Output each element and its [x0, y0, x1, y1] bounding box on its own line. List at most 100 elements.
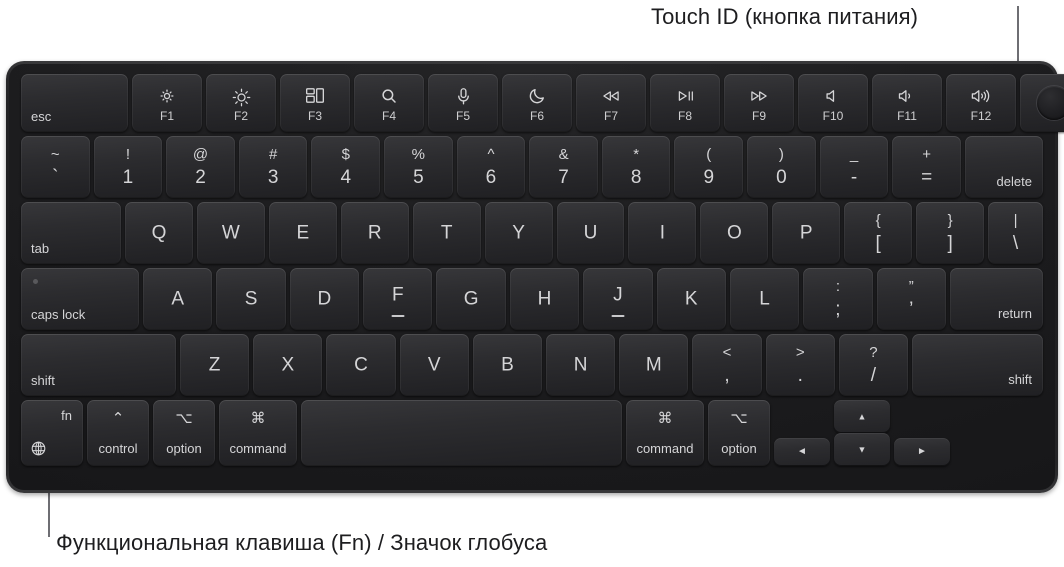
- key-semicolon[interactable]: : ;: [803, 268, 873, 330]
- key-l[interactable]: L: [729, 268, 800, 330]
- key-r[interactable]: R: [340, 202, 409, 264]
- key-f2-brightness-up[interactable]: F2: [206, 74, 276, 132]
- key-f6-do-not-disturb[interactable]: F6: [502, 74, 572, 132]
- key-q[interactable]: Q: [125, 202, 193, 264]
- key-delete[interactable]: delete: [964, 136, 1043, 198]
- key-k-label: K: [684, 288, 698, 310]
- key-x[interactable]: X: [253, 334, 323, 396]
- keyboard-key-deck: esc F1 F2 F3 F4 F5 F6 F7 F8 F9 F10 F11 F…: [9, 64, 1064, 490]
- key-h[interactable]: H: [509, 268, 580, 330]
- key-equal[interactable]: + =: [892, 136, 961, 198]
- key-quote[interactable]: ” ’: [876, 268, 946, 330]
- key-caps-lock[interactable]: caps lock: [21, 268, 139, 330]
- key-v-label: V: [427, 354, 441, 376]
- key-m[interactable]: M: [619, 334, 689, 396]
- key-quote-shift-label: ”: [908, 278, 914, 295]
- key-right-shift[interactable]: shift: [912, 334, 1044, 396]
- key-slash[interactable]: ? /: [838, 334, 909, 396]
- key-f10-mute[interactable]: F10: [798, 74, 868, 132]
- key-e[interactable]: E: [268, 202, 337, 264]
- key-period-shift-label: >: [795, 344, 805, 361]
- key-arrow-right[interactable]: ►: [894, 438, 950, 466]
- key-y[interactable]: Y: [484, 202, 553, 264]
- key-arrow-left[interactable]: ◄: [774, 438, 830, 466]
- key-period-label: .: [797, 365, 803, 386]
- key-f11-volume-down[interactable]: F11: [872, 74, 942, 132]
- key-touch-id-power-button[interactable]: [1020, 74, 1064, 132]
- key-n[interactable]: N: [546, 334, 616, 396]
- key-t[interactable]: T: [412, 202, 481, 264]
- key-k[interactable]: K: [656, 268, 726, 330]
- key-u[interactable]: U: [556, 202, 625, 264]
- key-g[interactable]: G: [436, 268, 506, 330]
- key-s[interactable]: S: [216, 268, 286, 330]
- key-f1-brightness-down[interactable]: F1: [132, 74, 202, 132]
- key-arrow-up[interactable]: ▲: [834, 400, 890, 433]
- key-w[interactable]: W: [196, 202, 265, 264]
- key-3[interactable]: # 3: [238, 136, 308, 198]
- key-period[interactable]: > .: [765, 334, 835, 396]
- key-e-label: E: [296, 222, 310, 244]
- key-f[interactable]: F: [363, 268, 433, 330]
- key-return[interactable]: return: [949, 268, 1043, 330]
- globe-icon: [30, 440, 47, 458]
- key-left-command[interactable]: ⌘ command: [219, 400, 297, 466]
- key-z[interactable]: Z: [180, 334, 250, 396]
- key-c[interactable]: C: [326, 334, 396, 396]
- key-space[interactable]: [301, 400, 622, 466]
- key-left-bracket[interactable]: { [: [844, 202, 913, 264]
- key-right-shift-label: shift: [1008, 372, 1033, 387]
- key-d[interactable]: D: [289, 268, 360, 330]
- key-7[interactable]: & 7: [529, 136, 598, 198]
- key-i[interactable]: I: [628, 202, 697, 264]
- key-right-option-label: option: [721, 441, 757, 456]
- key-f6-label: F6: [529, 109, 544, 123]
- key-tab[interactable]: tab: [21, 202, 121, 264]
- key-comma[interactable]: < ,: [692, 334, 762, 396]
- key-5[interactable]: % 5: [384, 136, 453, 198]
- key-fn-globe[interactable]: fn: [21, 400, 83, 466]
- key-9[interactable]: ( 9: [674, 136, 744, 198]
- key-backslash[interactable]: | \: [988, 202, 1044, 264]
- key-5-label: 5: [413, 167, 424, 188]
- key-6[interactable]: ^ 6: [456, 136, 526, 198]
- key-f5-dictation[interactable]: F5: [428, 74, 498, 132]
- key-b[interactable]: B: [472, 334, 543, 396]
- key-right-bracket-shift-label: }: [947, 212, 953, 229]
- key-left-control[interactable]: ⌃ control: [87, 400, 149, 466]
- key-o[interactable]: O: [700, 202, 769, 264]
- key-minus[interactable]: _ -: [819, 136, 889, 198]
- touch-id-power-button-icon: [1037, 86, 1064, 120]
- key-4[interactable]: $ 4: [311, 136, 381, 198]
- key-f3-mission-control[interactable]: F3: [280, 74, 350, 132]
- key-return-label: return: [997, 306, 1032, 321]
- keyboard-chassis: esc F1 F2 F3 F4 F5 F6 F7 F8 F9 F10 F11 F…: [6, 61, 1064, 493]
- key-1[interactable]: ! 1: [93, 136, 163, 198]
- key-right-bracket[interactable]: } ]: [916, 202, 985, 264]
- key-a[interactable]: A: [143, 268, 213, 330]
- key-backslash-label: \: [1012, 233, 1019, 254]
- key-left-option[interactable]: ⌥ option: [153, 400, 215, 466]
- key-f4-spotlight-search[interactable]: F4: [354, 74, 424, 132]
- key-0[interactable]: ) 0: [747, 136, 816, 198]
- key-2[interactable]: @ 2: [166, 136, 235, 198]
- key-esc[interactable]: esc: [21, 74, 128, 132]
- key-f8-play-pause[interactable]: F8: [650, 74, 720, 132]
- key-right-command[interactable]: ⌘ command: [626, 400, 704, 466]
- key-p[interactable]: P: [772, 202, 841, 264]
- key-3-label: 3: [267, 167, 279, 188]
- key-v[interactable]: V: [399, 334, 469, 396]
- key-f7-rewind[interactable]: F7: [576, 74, 646, 132]
- key-j[interactable]: J: [583, 268, 653, 330]
- arrow-up-down-stack: ▲ ▼: [834, 400, 890, 466]
- volume-up-icon: [946, 87, 1016, 105]
- key-left-shift[interactable]: shift: [21, 334, 176, 396]
- key-right-option[interactable]: ⌥ option: [708, 400, 770, 466]
- key-f9-fast-forward[interactable]: F9: [724, 74, 794, 132]
- key-f12-volume-up[interactable]: F12: [946, 74, 1016, 132]
- key-8[interactable]: * 8: [601, 136, 671, 198]
- arrow-up-icon: ▲: [857, 411, 867, 421]
- key-grave[interactable]: ~ `: [21, 136, 90, 198]
- fast-forward-icon: [724, 87, 794, 105]
- key-arrow-down[interactable]: ▼: [834, 433, 890, 466]
